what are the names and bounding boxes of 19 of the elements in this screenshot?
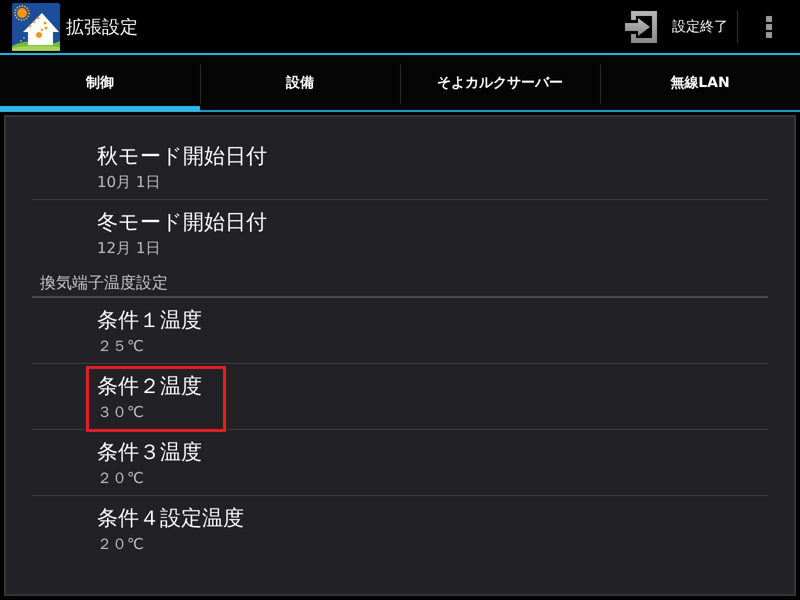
setting-value: ３０℃ xyxy=(97,402,144,423)
house-logo-icon xyxy=(12,2,60,50)
setting-title[interactable]: 条件２温度 xyxy=(97,372,202,400)
setting-title[interactable]: 条件１温度 xyxy=(97,306,202,334)
setting-value: 12月 1日 xyxy=(97,238,160,259)
finish-settings-button[interactable]: 設定終了 xyxy=(617,0,736,53)
exit-icon xyxy=(625,10,657,42)
setting-value: ２５℃ xyxy=(97,336,144,357)
setting-value: ２０℃ xyxy=(97,468,144,489)
setting-title[interactable]: 冬モード開始日付 xyxy=(97,208,267,236)
setting-title[interactable]: 条件３温度 xyxy=(97,438,202,466)
finish-settings-label: 設定終了 xyxy=(672,18,728,36)
category-header: 換気端子温度設定 xyxy=(32,265,768,298)
setting-title[interactable]: 秋モード開始日付 xyxy=(97,142,267,170)
screen-title: 拡張設定 xyxy=(66,16,138,38)
setting-value: ２０℃ xyxy=(97,534,144,555)
setting-title[interactable]: 条件４設定温度 xyxy=(97,504,244,532)
setting-value: 10月 1日 xyxy=(97,172,160,193)
more-vertical-icon xyxy=(766,16,772,38)
